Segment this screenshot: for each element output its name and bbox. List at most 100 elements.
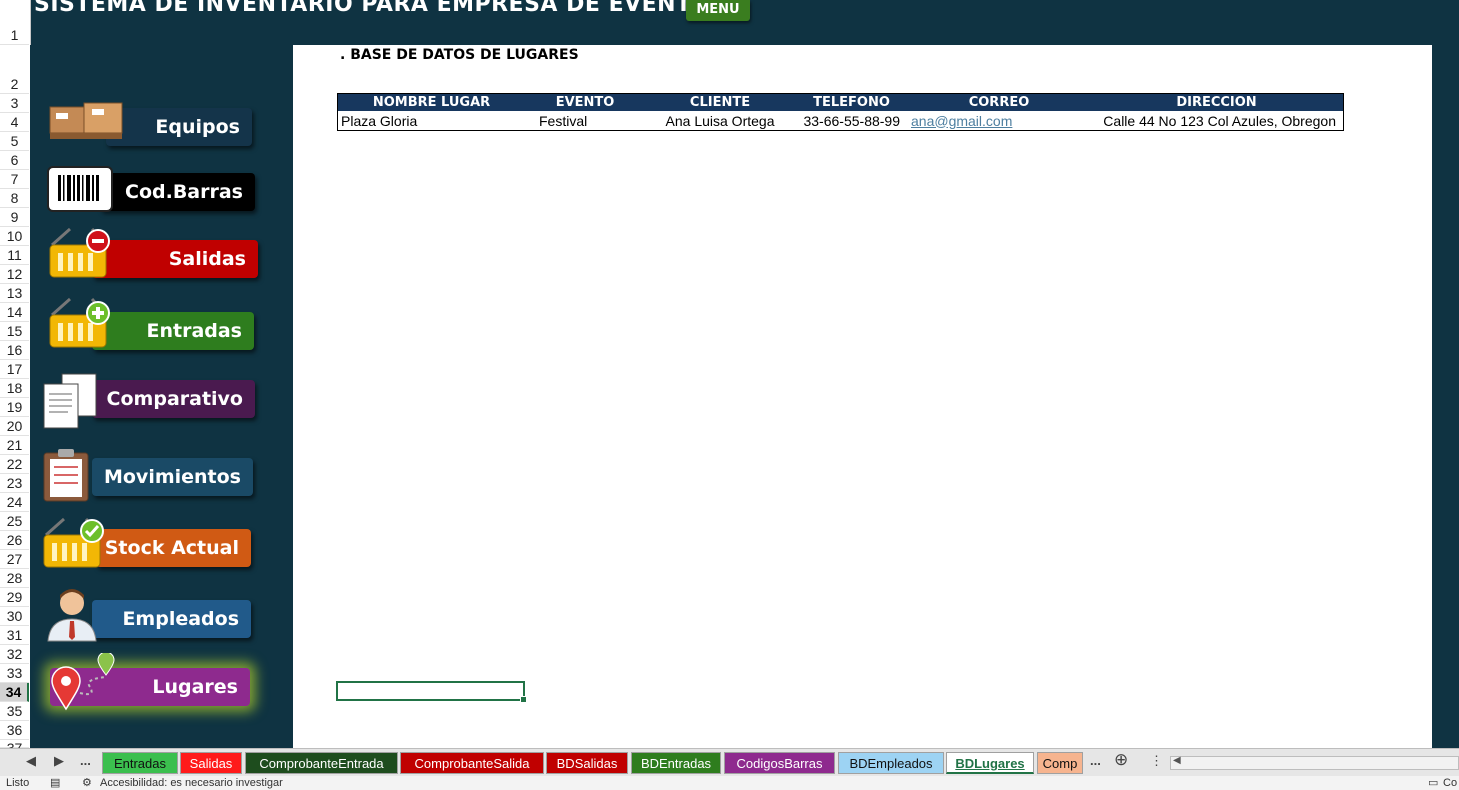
row-header[interactable]: 29	[0, 588, 29, 607]
status-ready: Listo	[6, 777, 30, 789]
col-header-nombre-lugar[interactable]: NOMBRE LUGAR	[337, 93, 525, 111]
menu-button[interactable]: MENU	[686, 0, 750, 21]
nav-codbarras-label: Cod.Barras	[125, 181, 243, 203]
row-header[interactable]: 23	[0, 474, 29, 493]
clipboard-icon	[43, 449, 89, 502]
accessibility-status[interactable]: Accesibilidad: es necesario investigar	[100, 777, 283, 789]
row-header[interactable]: 26	[0, 531, 29, 550]
row-header[interactable]: 18	[0, 379, 29, 398]
sheet-tab[interactable]: CodigosBarras	[724, 752, 835, 774]
row-header[interactable]: 28	[0, 569, 29, 588]
nav-movimientos-button[interactable]: Movimientos	[92, 458, 253, 496]
sheet-tab[interactable]: Entradas	[102, 752, 178, 774]
row-header[interactable]: 16	[0, 341, 29, 360]
nav-comparativo-label: Comparativo	[106, 388, 243, 410]
app-title: SISTEMA DE INVENTARIO PARA EMPRESA DE EV…	[34, 0, 728, 17]
horizontal-scrollbar[interactable]: ◀	[1170, 755, 1459, 770]
sheet-tab[interactable]: BDLugares	[946, 752, 1034, 774]
documents-icon	[43, 373, 97, 429]
table-header-row: NOMBRE LUGAR EVENTO CLIENTE TELEFONO COR…	[337, 93, 1344, 111]
sheet-tab[interactable]: Salidas	[180, 752, 242, 774]
row-header[interactable]: 20	[0, 417, 29, 436]
more-options-icon[interactable]: ⋮	[1150, 753, 1163, 769]
row-header[interactable]: 34	[0, 683, 29, 702]
nav-empleados-button[interactable]: Empleados	[92, 600, 251, 638]
col-header-evento[interactable]: EVENTO	[525, 93, 645, 111]
lugares-table: NOMBRE LUGAR EVENTO CLIENTE TELEFONO COR…	[337, 93, 1344, 131]
row-header[interactable]: 9	[0, 208, 29, 227]
scroll-left-icon[interactable]: ◀	[1173, 755, 1181, 766]
cell-direccion[interactable]: Calle 44 No 123 Col Azules, Obregon	[1090, 111, 1344, 131]
row-header[interactable]: 27	[0, 550, 29, 569]
nav-codbarras-button[interactable]: Cod.Barras	[100, 173, 255, 211]
row-header[interactable]: 10	[0, 227, 29, 246]
row-header[interactable]: 8	[0, 189, 29, 208]
nav-stock-button[interactable]: Stock Actual	[96, 529, 251, 567]
sheet-tab[interactable]: BDSalidas	[546, 752, 628, 774]
row-header[interactable]: 12	[0, 265, 29, 284]
row-header[interactable]: 17	[0, 360, 29, 379]
row-header[interactable]: 5	[0, 132, 29, 151]
basket-minus-icon	[49, 227, 110, 278]
row-header[interactable]: 1	[0, 0, 29, 45]
nav-stock-label: Stock Actual	[104, 537, 239, 559]
row-header[interactable]: 25	[0, 512, 29, 531]
row-header[interactable]: 35	[0, 702, 29, 721]
nav-comparativo-button[interactable]: Comparativo	[92, 380, 255, 418]
col-header-direccion[interactable]: DIRECCION	[1090, 93, 1344, 111]
row-header[interactable]: 22	[0, 455, 29, 474]
sheet-tab[interactable]: BDEmpleados	[838, 752, 944, 774]
sheet-tab[interactable]: Comp	[1037, 752, 1083, 774]
tab-overflow-right[interactable]: ...	[1090, 753, 1101, 768]
nav-salidas-button[interactable]: Salidas	[92, 240, 258, 278]
row-header[interactable]: 15	[0, 322, 29, 341]
row-header[interactable]: 19	[0, 398, 29, 417]
sheet-tab[interactable]: ComprobanteEntrada	[245, 752, 398, 774]
nav-salidas-label: Salidas	[168, 248, 246, 270]
row-headers: 1 2 3 4 5 6 7 8 9 10 11 12 13 14 15 16 17 18 19 20 21 22 23 24 2…	[0, 0, 31, 756]
row-header[interactable]: 21	[0, 436, 29, 455]
cell-telefono[interactable]: 33-66-55-88-99	[795, 111, 908, 131]
nav-equipos-button[interactable]: Equipos	[106, 108, 252, 146]
tab-scroll-left-icon[interactable]: ◀	[26, 753, 36, 769]
row-header[interactable]: 4	[0, 113, 29, 132]
status-bar: Listo ▤ ⚙ Accesibilidad: es necesario in…	[0, 776, 1459, 790]
cell-nombre-lugar[interactable]: Plaza Gloria	[338, 111, 526, 131]
add-sheet-icon[interactable]: ⊕	[1114, 750, 1128, 770]
cell-cliente[interactable]: Ana Luisa Ortega	[645, 111, 795, 131]
employee-icon	[47, 589, 97, 642]
row-header[interactable]: 7	[0, 170, 29, 189]
row-header[interactable]: 14	[0, 303, 29, 322]
sheet-title: . BASE DE DATOS DE LUGARES	[340, 47, 579, 63]
accessibility-icon[interactable]: ⚙	[82, 776, 92, 789]
display-settings-icon[interactable]: ▭	[1428, 776, 1438, 789]
row-header[interactable]: 6	[0, 151, 29, 170]
col-header-telefono[interactable]: TELEFONO	[795, 93, 908, 111]
row-header[interactable]: 33	[0, 664, 29, 683]
right-panel	[1432, 0, 1459, 748]
row-header[interactable]: 36	[0, 721, 29, 740]
row-header[interactable]: 2	[0, 45, 29, 94]
barcode-icon	[47, 166, 113, 212]
macro-icon[interactable]: ▤	[50, 776, 60, 789]
cell-evento[interactable]: Festival	[525, 111, 645, 131]
row-header[interactable]: 11	[0, 246, 29, 265]
sheet-tab[interactable]: ComprobanteSalida	[400, 752, 544, 774]
row-header[interactable]: 30	[0, 607, 29, 626]
row-header[interactable]: 31	[0, 626, 29, 645]
nav-entradas-button[interactable]: Entradas	[92, 312, 254, 350]
col-header-correo[interactable]: CORREO	[908, 93, 1090, 111]
row-header[interactable]: 37	[0, 740, 29, 756]
tab-scroll-right-icon[interactable]: ▶	[54, 753, 64, 769]
row-header[interactable]: 24	[0, 493, 29, 512]
cell-correo-link[interactable]: ana@gmail.com	[908, 111, 1090, 131]
basket-check-icon	[43, 517, 104, 568]
col-header-cliente[interactable]: CLIENTE	[645, 93, 795, 111]
row-header[interactable]: 32	[0, 645, 29, 664]
row-header[interactable]: 3	[0, 94, 29, 113]
row-header[interactable]: 13	[0, 284, 29, 303]
tab-overflow-left[interactable]: ...	[80, 753, 91, 768]
boxes-icon	[49, 102, 123, 139]
selected-cell[interactable]	[336, 681, 527, 703]
sheet-tab[interactable]: BDEntradas	[631, 752, 721, 774]
